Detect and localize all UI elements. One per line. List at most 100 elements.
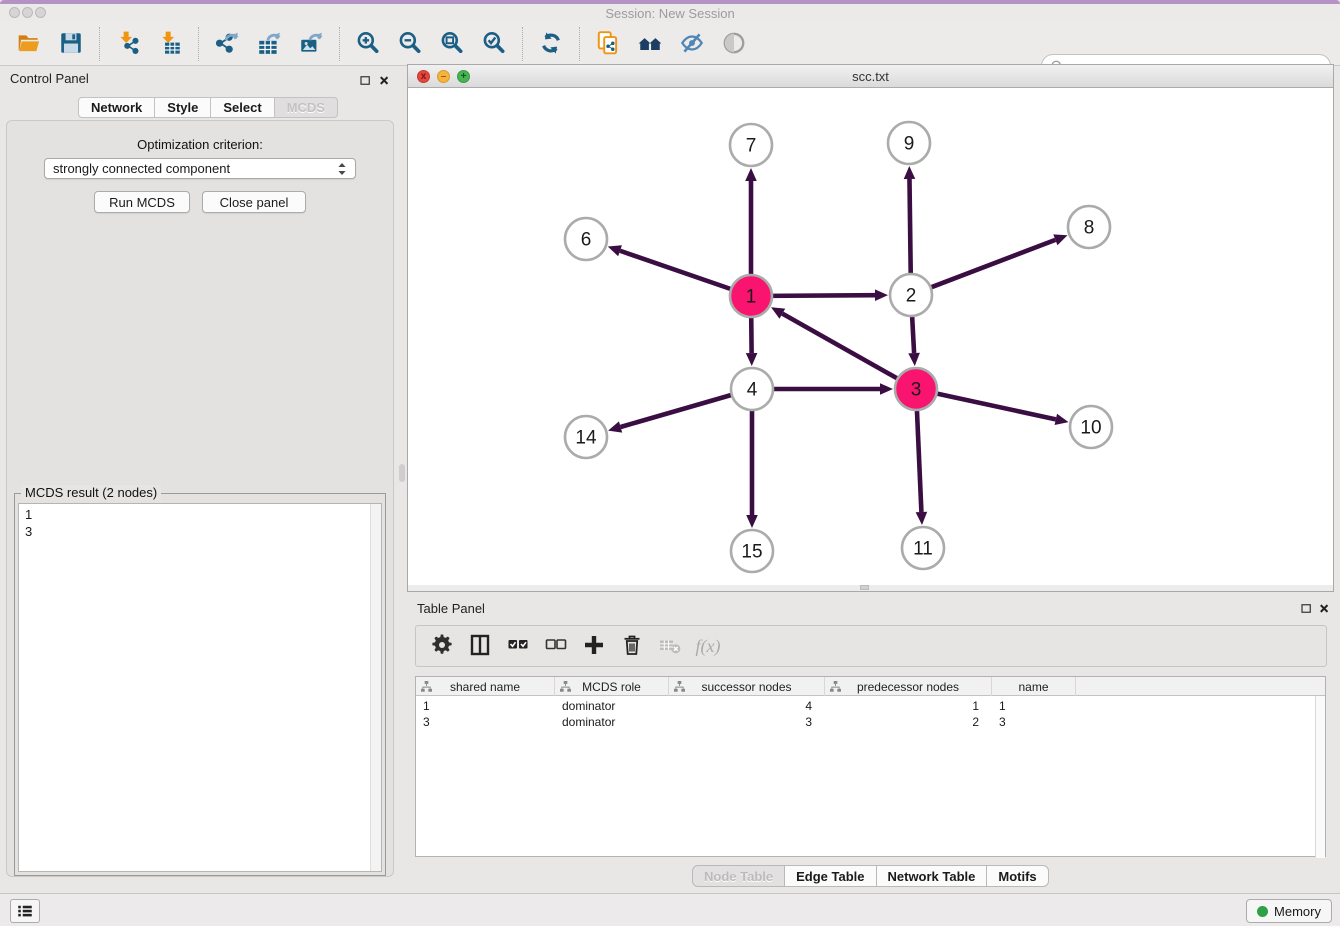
zoom-in-button[interactable] (355, 31, 381, 57)
graph-edge-1-2[interactable] (769, 295, 875, 296)
graph-edge-arrow-2-3 (908, 353, 920, 366)
table-cell[interactable]: dominator (555, 714, 669, 730)
delete-table-icon (658, 633, 682, 660)
table-cell[interactable]: 4 (669, 698, 825, 714)
table-scrollbar[interactable] (1315, 696, 1325, 858)
select-all-icon (506, 633, 530, 660)
graph-edge-arrow-2-9 (904, 166, 916, 179)
table-row[interactable]: 3dominator323 (416, 714, 1325, 730)
zoom-selected-button[interactable] (481, 31, 507, 57)
control-panel-float-icon[interactable] (358, 73, 373, 88)
table-panel-float-icon[interactable] (1299, 601, 1314, 616)
graph-edge-1-6[interactable] (620, 251, 734, 290)
home-button[interactable] (637, 31, 663, 57)
show-all-button[interactable] (721, 31, 747, 57)
table-cell[interactable]: 2 (825, 714, 992, 730)
import-network-button[interactable] (115, 31, 141, 57)
column-header-successor-nodes[interactable]: successor nodes (669, 677, 825, 696)
deselect-all-icon (544, 633, 568, 660)
split-columns-button[interactable] (466, 632, 494, 660)
control-tab-mcds[interactable]: MCDS (275, 97, 338, 118)
table-tab-motifs[interactable]: Motifs (987, 865, 1048, 887)
table-cell[interactable]: 3 (669, 714, 825, 730)
table-header-row: shared nameMCDS rolesuccessor nodes prede… (416, 677, 1325, 696)
zoom-fit-button[interactable] (439, 31, 465, 57)
table-tab-network-table[interactable]: Network Table (877, 865, 988, 887)
settings-button[interactable] (428, 632, 456, 660)
save-session-button[interactable] (58, 31, 84, 57)
graph-edge-3-11[interactable] (917, 407, 922, 512)
mcds-result-textarea[interactable]: 1 3 (18, 503, 382, 872)
graph-edge-4-14[interactable] (621, 394, 735, 427)
hide-siblings-button[interactable] (679, 31, 705, 57)
function-builder-icon: f(x) (696, 636, 721, 657)
import-network-icon (115, 30, 141, 59)
optimization-criterion-select[interactable]: strongly connected component (44, 158, 356, 179)
select-stepper-icon (337, 162, 347, 176)
table-cell[interactable]: 3 (416, 714, 555, 730)
table-cell[interactable]: 1 (416, 698, 555, 714)
settings-icon (430, 633, 454, 660)
export-table-button[interactable] (256, 31, 282, 57)
export-network-button[interactable] (214, 31, 240, 57)
close-panel-button[interactable]: Close panel (202, 191, 306, 213)
select-all-button[interactable] (504, 632, 532, 660)
table-cell[interactable]: 1 (825, 698, 992, 714)
column-label: predecessor nodes (857, 680, 959, 694)
zoom-out-button[interactable] (397, 31, 423, 57)
table-toolbar: f(x) (415, 625, 1327, 667)
open-file-button[interactable] (16, 31, 42, 57)
graph-edge-2-3[interactable] (912, 313, 914, 353)
mcds-result-scrollbar[interactable] (370, 504, 381, 871)
status-bar: Memory (0, 893, 1340, 926)
home-icon (637, 30, 663, 59)
graph-node-label-2: 2 (906, 286, 917, 307)
export-image-button[interactable] (298, 31, 324, 57)
panel-splitter-handle[interactable] (399, 464, 405, 482)
table-panel-tabs: Node TableEdge TableNetwork TableMotifs (692, 865, 1049, 887)
graph-edge-arrow-1-2 (875, 289, 888, 301)
control-tab-select[interactable]: Select (211, 97, 274, 118)
refresh-button[interactable] (538, 31, 564, 57)
table-row[interactable]: 1dominator411 (416, 698, 1325, 714)
network-window-titlebar[interactable]: x – + scc.txt (408, 65, 1333, 88)
column-header-shared-name[interactable]: shared name (416, 677, 555, 696)
table-panel-close-icon[interactable] (1317, 601, 1332, 616)
table-cell[interactable]: 1 (992, 698, 1076, 714)
delete-row-button[interactable] (618, 632, 646, 660)
add-row-icon (582, 633, 606, 660)
zoom-out-icon (397, 30, 423, 59)
network-canvas[interactable]: 7968124314101511 (408, 88, 1333, 585)
graph-edge-3-10[interactable] (934, 393, 1056, 420)
toolbar-separator (522, 27, 523, 61)
table-cell[interactable]: 3 (992, 714, 1076, 730)
graph-edge-3-1[interactable] (782, 314, 900, 380)
graph-node-label-8: 8 (1084, 218, 1095, 239)
control-tab-style[interactable]: Style (155, 97, 211, 118)
duplicate-network-button[interactable] (595, 31, 621, 57)
deselect-all-button[interactable] (542, 632, 570, 660)
run-mcds-button[interactable]: Run MCDS (94, 191, 190, 213)
graph-edge-2-9[interactable] (909, 179, 910, 277)
memory-status-icon (1257, 906, 1268, 917)
column-header-MCDS-role[interactable]: MCDS role (555, 677, 669, 696)
table-tab-edge-table[interactable]: Edge Table (785, 865, 876, 887)
network-resize-handle[interactable] (860, 585, 869, 590)
control-panel-close-icon[interactable] (377, 73, 392, 88)
import-table-button[interactable] (157, 31, 183, 57)
memory-button[interactable]: Memory (1246, 899, 1332, 923)
graph-node-label-6: 6 (581, 230, 592, 251)
column-header-predecessor-nodes[interactable]: predecessor nodes (825, 677, 992, 696)
add-row-button[interactable] (580, 632, 608, 660)
delete-row-icon (620, 633, 644, 660)
column-header-name[interactable]: name (992, 677, 1076, 696)
table-cell[interactable]: dominator (555, 698, 669, 714)
toolbar-separator (339, 27, 340, 61)
refresh-icon (538, 30, 564, 59)
control-tab-network[interactable]: Network (78, 97, 155, 118)
task-history-button[interactable] (10, 899, 40, 923)
app-titlebar[interactable]: Session: New Session (0, 4, 1340, 22)
table-tab-node-table[interactable]: Node Table (692, 865, 785, 887)
save-session-icon (58, 30, 84, 59)
graph-edge-2-8[interactable] (928, 240, 1056, 289)
